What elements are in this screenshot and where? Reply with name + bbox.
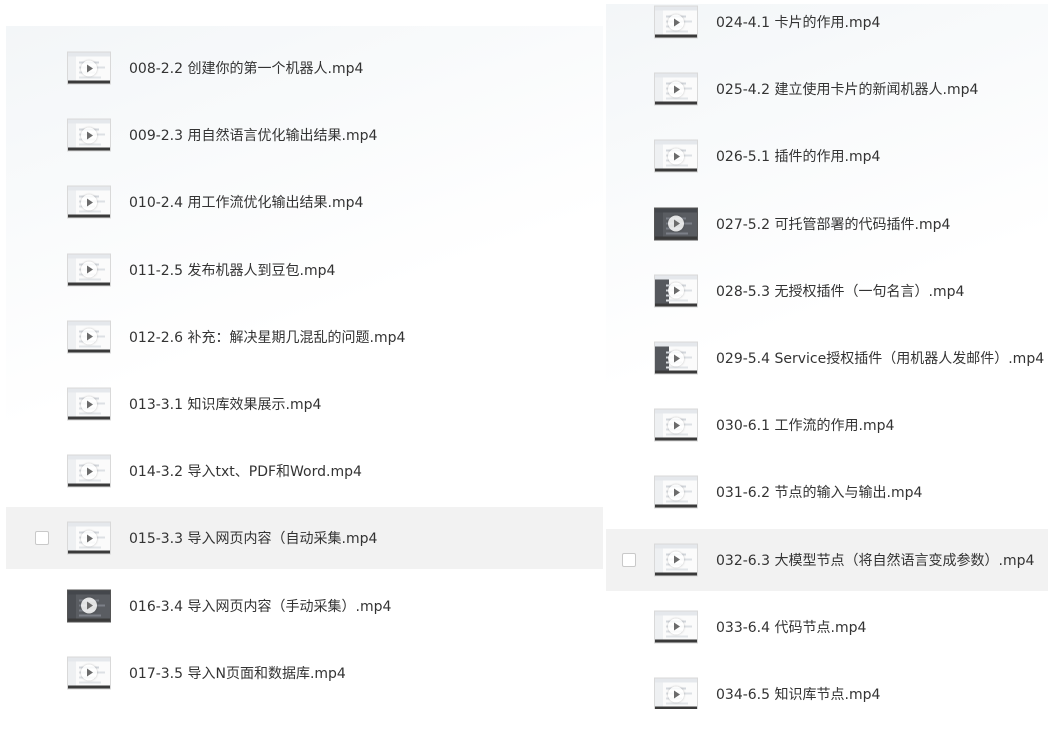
file-name: 027-5.2 可托管部署的代码插件.mp4	[716, 216, 951, 233]
file-name: 009-2.3 用自然语言优化输出结果.mp4	[129, 128, 378, 145]
file-row[interactable]: 012-2.6 补充：解决星期几混乱的问题.mp4	[6, 306, 603, 368]
file-name: 008-2.2 创建你的第一个机器人.mp4	[129, 61, 364, 77]
file-name: 015-3.3 导入网页内容（自动采集.mp4	[129, 531, 378, 548]
file-row[interactable]: 034-6.5 知识库节点.mp4	[606, 663, 1048, 709]
video-thumbnail-icon[interactable]	[67, 320, 111, 354]
play-icon	[668, 14, 684, 30]
file-row[interactable]: 032-6.3 大模型节点（将自然语言变成参数）.mp4	[606, 528, 1048, 591]
file-row[interactable]: 014-3.2 导入txt、PDF和Word.mp4	[6, 440, 603, 502]
file-name: 028-5.3 无授权插件（一句名言）.mp4	[716, 283, 965, 300]
file-row[interactable]: 011-2.5 发布机器人到豆包.mp4	[6, 239, 603, 301]
play-icon	[81, 194, 97, 211]
play-icon	[81, 463, 97, 480]
file-name: 031-6.2 节点的输入与输出.mp4	[716, 485, 923, 502]
play-icon	[668, 148, 684, 165]
file-row[interactable]: 010-2.4 用工作流优化输出结果.mp4	[6, 171, 603, 233]
file-name: 014-3.2 导入txt、PDF和Word.mp4	[129, 464, 362, 481]
file-row[interactable]: 025-4.2 建立使用卡片的新闻机器人.mp4	[606, 58, 1048, 120]
video-thumbnail-icon[interactable]	[654, 610, 698, 644]
video-thumbnail-icon[interactable]	[67, 51, 111, 85]
video-thumbnail-icon[interactable]	[67, 387, 111, 421]
file-name: 026-5.1 插件的作用.mp4	[716, 149, 881, 166]
left-file-panel: 008-2.2 创建你的第一个机器人.mp4 009-2.3 用自然语言优化输出结…	[6, 26, 603, 710]
video-thumbnail-icon[interactable]	[67, 185, 111, 219]
file-row[interactable]: 015-3.3 导入网页内容（自动采集.mp4	[6, 507, 603, 570]
video-thumbnail-icon[interactable]	[67, 521, 111, 555]
play-icon	[668, 417, 684, 434]
play-icon	[668, 686, 684, 702]
play-icon	[81, 328, 97, 345]
video-thumbnail-icon[interactable]	[67, 253, 111, 287]
file-row[interactable]: 033-6.4 代码节点.mp4	[606, 596, 1048, 658]
video-thumbnail-icon[interactable]	[654, 543, 698, 577]
file-name: 024-4.1 卡片的作用.mp4	[716, 15, 881, 31]
play-icon	[668, 551, 684, 568]
file-row[interactable]: 013-3.1 知识库效果展示.mp4	[6, 373, 603, 435]
file-row[interactable]: 009-2.3 用自然语言优化输出结果.mp4	[6, 104, 603, 166]
file-name: 017-3.5 导入N页面和数据库.mp4	[129, 665, 346, 682]
file-name: 011-2.5 发布机器人到豆包.mp4	[129, 262, 336, 279]
video-thumbnail-icon[interactable]	[654, 274, 698, 308]
file-row[interactable]: 024-4.1 卡片的作用.mp4	[606, 4, 1048, 53]
file-name: 033-6.4 代码节点.mp4	[716, 619, 867, 636]
file-name: 025-4.2 建立使用卡片的新闻机器人.mp4	[716, 82, 979, 99]
play-icon	[81, 60, 97, 76]
file-row[interactable]: 031-6.2 节点的输入与输出.mp4	[606, 461, 1048, 523]
video-thumbnail-icon[interactable]	[67, 589, 111, 623]
video-thumbnail-icon[interactable]	[654, 341, 698, 375]
file-name: 010-2.4 用工作流优化输出结果.mp4	[129, 195, 364, 212]
file-row[interactable]: 027-5.2 可托管部署的代码插件.mp4	[606, 193, 1048, 255]
file-name: 034-6.5 知识库节点.mp4	[716, 687, 881, 703]
right-file-panel: 024-4.1 卡片的作用.mp4 025-4.2 建立使用卡片的新闻机器人.mp…	[606, 4, 1048, 709]
file-name: 032-6.3 大模型节点（将自然语言变成参数）.mp4	[716, 552, 1035, 569]
file-name: 030-6.1 工作流的作用.mp4	[716, 418, 895, 435]
video-thumbnail-icon[interactable]	[654, 408, 698, 442]
play-icon	[668, 81, 684, 98]
play-icon	[81, 597, 97, 614]
video-thumbnail-icon[interactable]	[654, 72, 698, 106]
video-thumbnail-icon[interactable]	[67, 656, 111, 690]
checkbox-icon[interactable]	[622, 552, 636, 567]
file-name: 029-5.4 Service授权插件（用机器人发邮件）.mp4	[716, 351, 1045, 367]
video-thumbnail-icon[interactable]	[67, 118, 111, 152]
play-icon	[668, 215, 684, 232]
file-row[interactable]: 028-5.3 无授权插件（一句名言）.mp4	[606, 260, 1048, 322]
play-icon	[668, 484, 684, 501]
play-icon	[81, 664, 97, 681]
file-name: 013-3.1 知识库效果展示.mp4	[129, 397, 322, 413]
play-icon	[668, 282, 684, 299]
video-thumbnail-icon[interactable]	[654, 139, 698, 173]
play-icon	[81, 261, 97, 278]
checkbox-icon[interactable]	[35, 531, 49, 546]
file-row[interactable]: 026-5.1 插件的作用.mp4	[606, 125, 1048, 187]
video-thumbnail-icon[interactable]	[654, 475, 698, 509]
video-thumbnail-icon[interactable]	[654, 207, 698, 241]
file-row[interactable]: 029-5.4 Service授权插件（用机器人发邮件）.mp4	[606, 327, 1048, 389]
video-thumbnail-icon[interactable]	[654, 5, 698, 39]
play-icon	[81, 127, 97, 144]
video-thumbnail-icon[interactable]	[654, 677, 698, 709]
file-row[interactable]: 016-3.4 导入网页内容（手动采集）.mp4	[6, 575, 603, 637]
video-thumbnail-icon[interactable]	[67, 454, 111, 488]
play-icon	[668, 350, 684, 366]
play-icon	[81, 396, 97, 412]
play-icon	[668, 618, 684, 635]
play-icon	[81, 530, 97, 547]
file-row[interactable]: 030-6.1 工作流的作用.mp4	[606, 394, 1048, 456]
file-name: 016-3.4 导入网页内容（手动采集）.mp4	[129, 598, 392, 615]
file-row[interactable]: 017-3.5 导入N页面和数据库.mp4	[6, 642, 603, 704]
file-row[interactable]: 008-2.2 创建你的第一个机器人.mp4	[6, 37, 603, 99]
file-name: 012-2.6 补充：解决星期几混乱的问题.mp4	[129, 329, 406, 346]
